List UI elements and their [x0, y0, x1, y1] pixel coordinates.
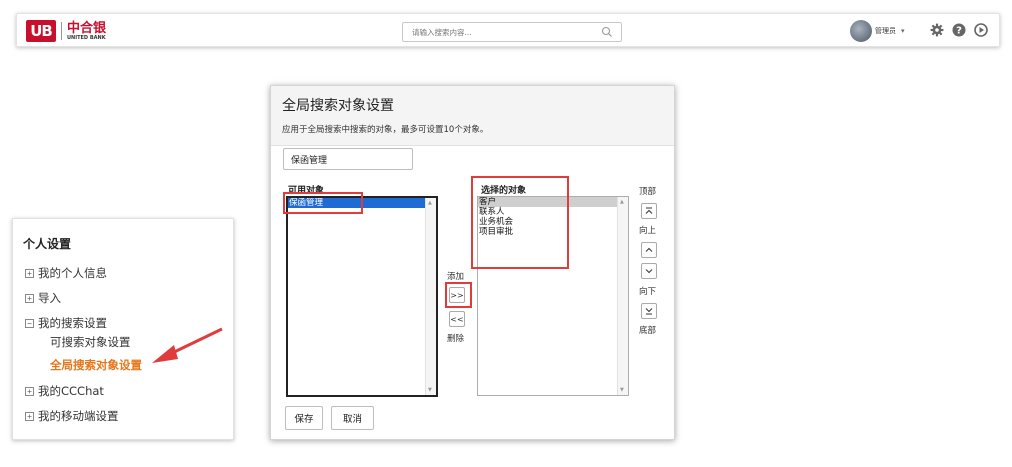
selected-objects-list[interactable]: 客户 联系人 业务机会 项目审批 ▲ ▼	[477, 196, 629, 396]
add-label: 添加	[447, 272, 465, 282]
logo-mark: UB	[26, 20, 56, 42]
user-menu[interactable]: 管理员 ▾	[850, 20, 905, 42]
expand-icon[interactable]: +	[25, 411, 34, 421]
scroll-up-icon[interactable]: ▲	[620, 199, 624, 205]
move-top-button[interactable]	[641, 203, 657, 219]
move-top-label: 顶部	[639, 187, 657, 197]
brand-logo[interactable]: UB 中合银 UNITED BANK	[26, 20, 106, 42]
double-down-icon	[645, 308, 653, 315]
scroll-down-icon[interactable]: ▼	[620, 387, 624, 393]
list-item[interactable]: 保函管理	[288, 198, 436, 208]
sidebar-item-search-settings[interactable]: − 我的搜索设置	[25, 315, 107, 331]
dialog-title: 全局搜索对象设置	[282, 98, 394, 114]
scroll-down-icon[interactable]: ▼	[428, 387, 432, 393]
move-down-label: 向下	[639, 287, 657, 297]
annotation-arrow-icon	[152, 327, 223, 363]
panel-title: 个人设置	[23, 237, 72, 251]
cancel-button[interactable]: 取消	[331, 406, 374, 430]
remove-label: 删除	[447, 334, 465, 344]
gear-icon[interactable]	[930, 23, 944, 37]
chevron-up-icon	[645, 247, 653, 252]
list-item[interactable]: 客户	[478, 197, 628, 207]
scrollbar[interactable]: ▲ ▼	[617, 197, 628, 395]
expand-icon[interactable]: +	[25, 293, 34, 303]
help-icon[interactable]: ?	[952, 23, 966, 37]
move-up-label: 向上	[639, 226, 657, 236]
expand-icon[interactable]: +	[25, 268, 34, 278]
remove-button[interactable]: <<	[449, 311, 465, 327]
selected-objects-label: 选择的对象	[481, 186, 527, 196]
global-search-settings-dialog: 全局搜索对象设置 应用于全局搜索中搜索的对象，最多可设置10个对象。 保函管理 …	[270, 85, 675, 440]
logo-chinese-name: 中合银	[67, 20, 107, 36]
double-up-icon	[645, 207, 653, 214]
move-bottom-button[interactable]	[641, 303, 657, 319]
scroll-up-icon[interactable]: ▲	[428, 200, 432, 206]
global-search-input[interactable]: 请输入搜索内容...	[402, 22, 622, 42]
avatar	[850, 20, 872, 42]
move-bottom-label: 底部	[639, 326, 657, 336]
search-placeholder: 请输入搜索内容...	[412, 28, 472, 37]
dialog-header: 全局搜索对象设置 应用于全局搜索中搜索的对象，最多可设置10个对象。	[271, 86, 674, 146]
sidebar-item-personal-info[interactable]: + 我的个人信息	[25, 265, 107, 281]
sidebar-item-ccchat[interactable]: + 我的CCChat	[25, 383, 104, 399]
object-filter-input[interactable]: 保函管理	[283, 148, 413, 170]
available-objects-list[interactable]: 保函管理 ▲ ▼	[286, 196, 438, 397]
chevron-down-icon: ▾	[901, 27, 905, 35]
move-up-button[interactable]	[641, 242, 657, 258]
collapse-icon[interactable]: −	[25, 318, 34, 328]
sidebar-item-global-search-objects[interactable]: 全局搜索对象设置	[50, 357, 142, 373]
save-button[interactable]: 保存	[285, 406, 323, 430]
scrollbar[interactable]: ▲ ▼	[425, 198, 436, 395]
logo-english-name: UNITED BANK	[67, 34, 106, 41]
move-down-button[interactable]	[641, 263, 657, 279]
top-bar: UB 中合银 UNITED BANK 请输入搜索内容... 管理员 ▾ ?	[16, 13, 1000, 47]
search-icon[interactable]	[601, 26, 613, 38]
sidebar-item-mobile-settings[interactable]: + 我的移动端设置	[25, 408, 119, 424]
expand-icon[interactable]: +	[25, 386, 34, 396]
sidebar-item-searchable-objects[interactable]: 可搜索对象设置	[50, 334, 131, 350]
list-item[interactable]: 业务机会	[478, 217, 628, 227]
list-item[interactable]: 联系人	[478, 207, 628, 217]
add-button[interactable]: >>	[449, 287, 465, 303]
play-circle-icon[interactable]	[974, 23, 988, 37]
header-actions: ?	[930, 23, 988, 37]
list-item[interactable]: 项目审批	[478, 227, 628, 237]
available-objects-label: 可用对象	[288, 186, 325, 196]
sidebar-item-import[interactable]: + 导入	[25, 290, 61, 306]
logo-divider	[61, 22, 62, 40]
chevron-down-icon	[645, 269, 653, 274]
user-name: 管理员	[875, 27, 896, 35]
svg-text:?: ?	[956, 26, 962, 37]
dialog-description: 应用于全局搜索中搜索的对象，最多可设置10个对象。	[282, 125, 489, 135]
